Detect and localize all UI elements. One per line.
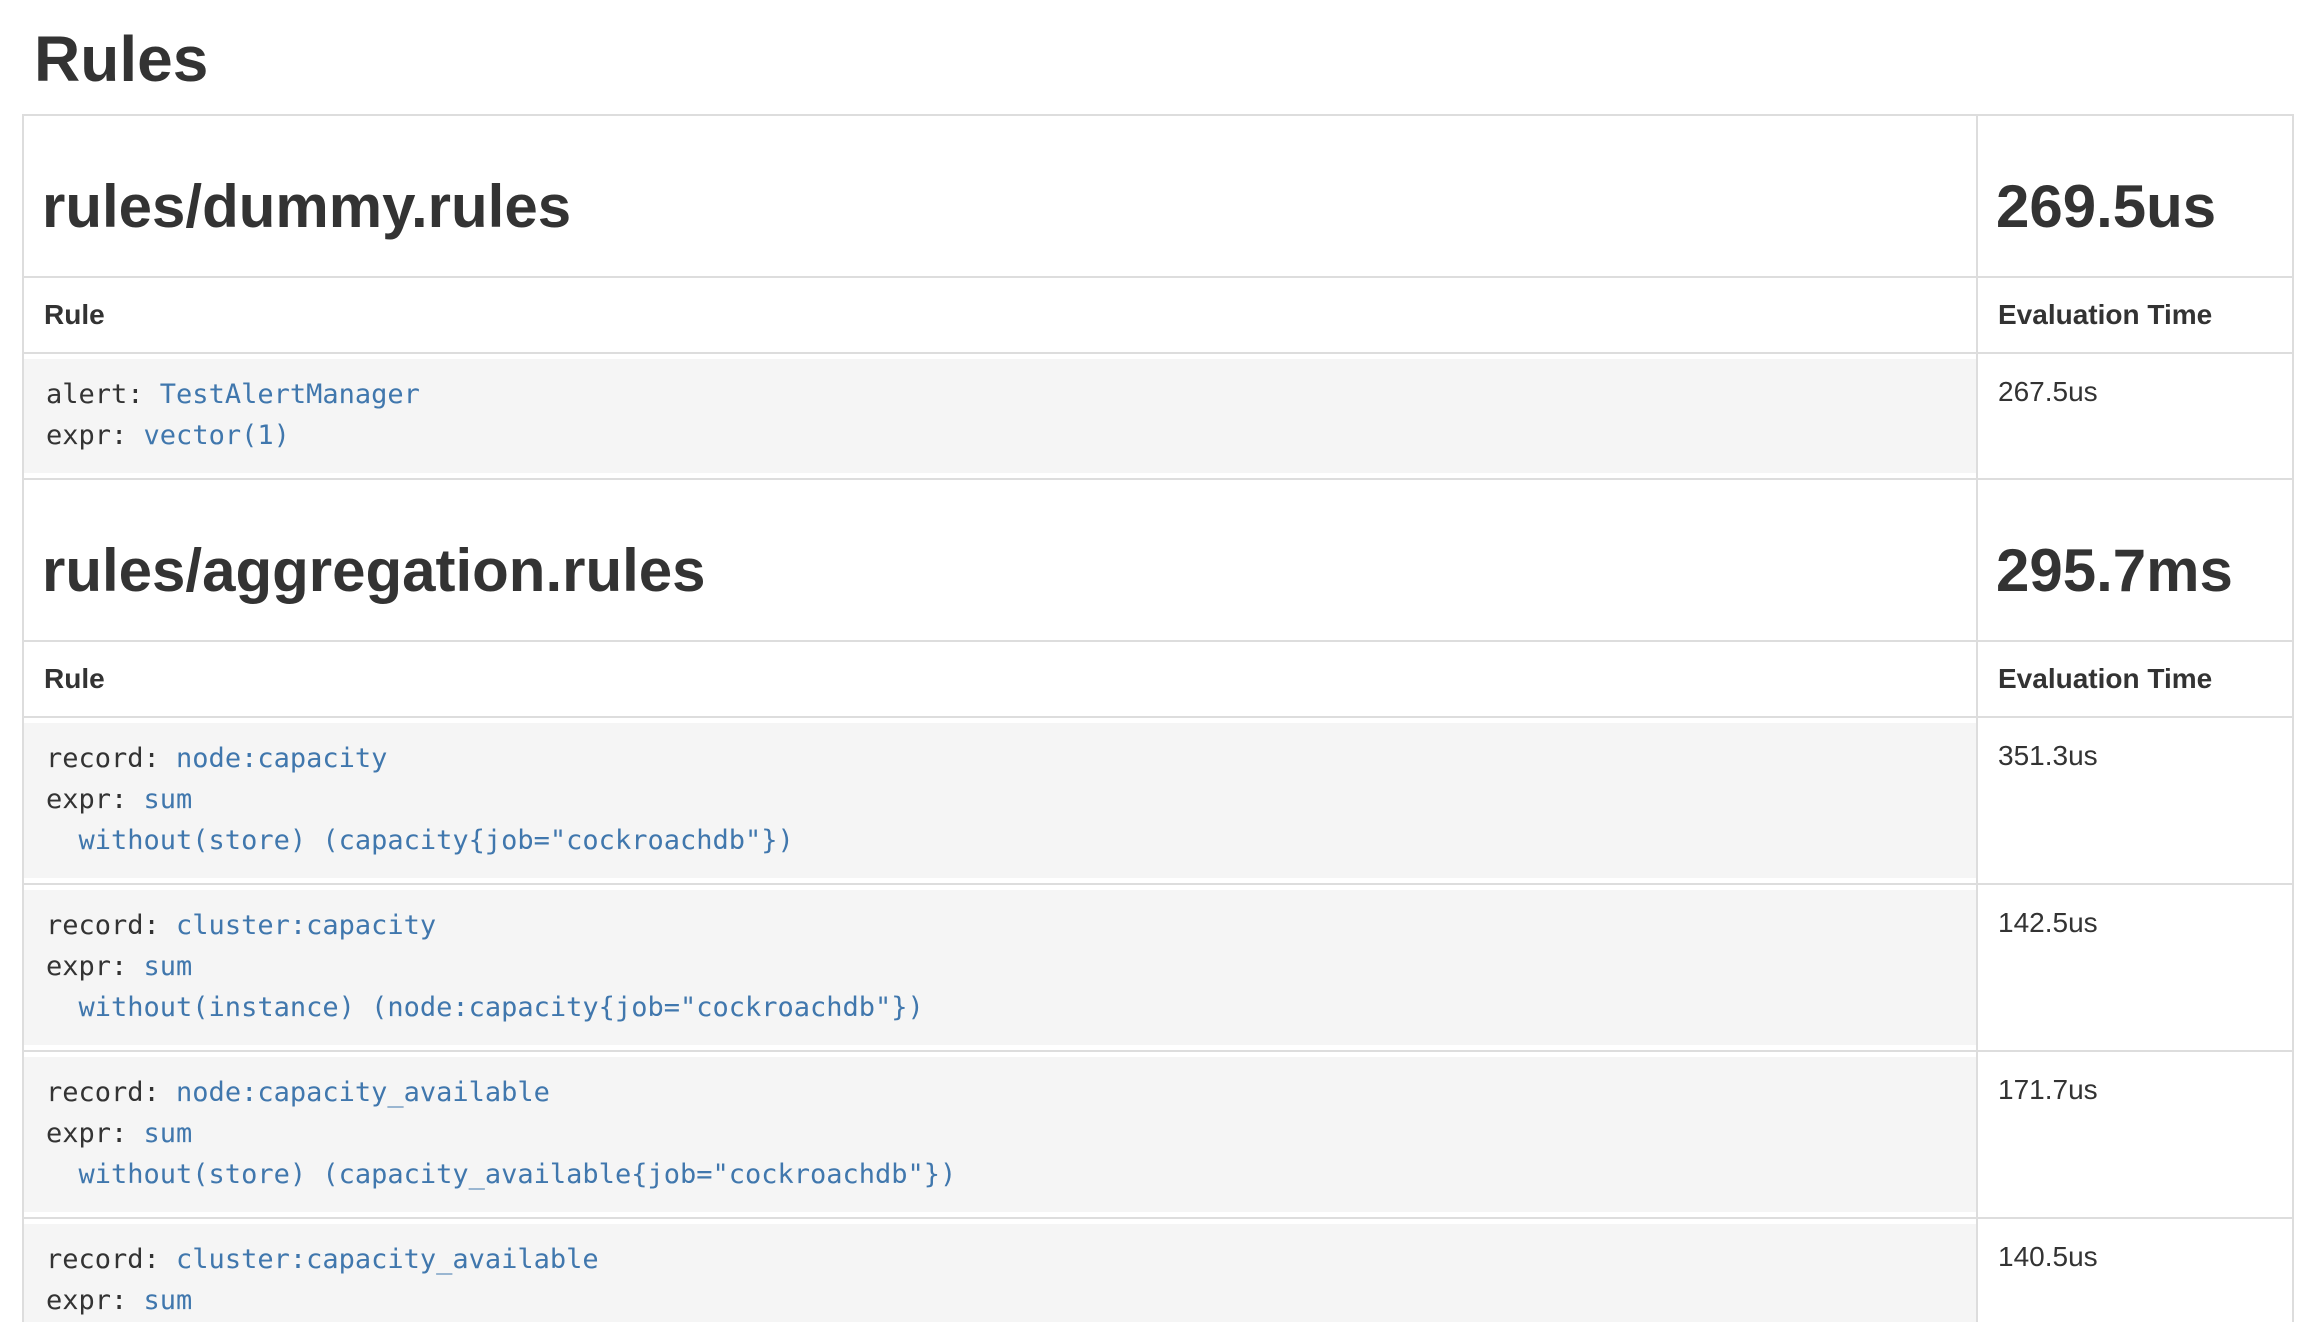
rule-evaluation-time: 267.5us (1977, 353, 2293, 479)
rule-link[interactable]: sum (144, 1118, 193, 1149)
rule-code-line: expr: sum (46, 1113, 1954, 1154)
rule-code-line: expr: vector(1) (46, 415, 1954, 456)
rule-link[interactable]: sum (144, 951, 193, 982)
rule-link[interactable]: without(instance) (node:capacity{job="co… (46, 992, 924, 1023)
rule-keyword: alert: (46, 379, 160, 410)
rule-keyword: record: (46, 910, 176, 941)
rule-keyword: expr: (46, 951, 144, 982)
rule-keyword: record: (46, 1244, 176, 1275)
rule-link[interactable]: without(store) (capacity_available{job="… (46, 1159, 956, 1190)
rule-keyword: record: (46, 1077, 176, 1108)
rule-link[interactable]: node:capacity_available (176, 1077, 550, 1108)
rule-code-line: expr: sum (46, 1280, 1954, 1321)
rule-link[interactable]: sum (144, 1285, 193, 1316)
rule-group-eval-time: 295.7ms (1996, 538, 2274, 604)
rule-cell: record: cluster:capacityexpr: sum withou… (23, 884, 1977, 1051)
rule-group-file-cell: rules/dummy.rules (23, 115, 1977, 277)
evaluation-time-column-header: Evaluation Time (1977, 277, 2293, 353)
rule-code-line: record: node:capacity (46, 738, 1954, 779)
rule-row: record: node:capacity_availableexpr: sum… (23, 1051, 2293, 1218)
rule-column-header: Rule (23, 277, 1977, 353)
rule-row: record: node:capacityexpr: sum without(s… (23, 717, 2293, 884)
column-header-row: RuleEvaluation Time (23, 641, 2293, 717)
rule-group-time-cell: 269.5us (1977, 115, 2293, 277)
rule-group-time-cell: 295.7ms (1977, 479, 2293, 641)
rule-link[interactable]: TestAlertManager (160, 379, 420, 410)
rule-keyword: expr: (46, 420, 144, 451)
rule-evaluation-time: 351.3us (1977, 717, 2293, 884)
rule-code-block: alert: TestAlertManagerexpr: vector(1) (24, 359, 1976, 473)
evaluation-time-column-header: Evaluation Time (1977, 641, 2293, 717)
rule-link[interactable]: node:capacity (176, 743, 387, 774)
rule-row: record: cluster:capacityexpr: sum withou… (23, 884, 2293, 1051)
rule-evaluation-time: 171.7us (1977, 1051, 2293, 1218)
rule-group-header-row: rules/aggregation.rules 295.7ms (23, 479, 2293, 641)
rule-group-header-row: rules/dummy.rules 269.5us (23, 115, 2293, 277)
rule-code-line: record: node:capacity_available (46, 1072, 1954, 1113)
rule-code-line: without(instance) (node:capacity{job="co… (46, 987, 1954, 1028)
rule-keyword: expr: (46, 784, 144, 815)
rule-group-file: rules/aggregation.rules (42, 538, 1958, 604)
column-header-row: RuleEvaluation Time (23, 277, 2293, 353)
page-title: Rules (34, 24, 2294, 94)
rule-code-block: record: cluster:capacityexpr: sum withou… (24, 890, 1976, 1045)
rule-link[interactable]: vector(1) (144, 420, 290, 451)
rule-link[interactable]: without(store) (capacity{job="cockroachd… (46, 825, 794, 856)
rule-code-line: without(store) (capacity{job="cockroachd… (46, 820, 1954, 861)
rule-link[interactable]: cluster:capacity_available (176, 1244, 599, 1275)
rule-cell: record: node:capacity_availableexpr: sum… (23, 1051, 1977, 1218)
rule-code-block: record: node:capacity_availableexpr: sum… (24, 1057, 1976, 1212)
rule-code-line: record: cluster:capacity (46, 905, 1954, 946)
rule-column-header: Rule (23, 641, 1977, 717)
rule-code-line: without(store) (capacity_available{job="… (46, 1154, 1954, 1195)
rules-table: rules/dummy.rules269.5usRuleEvaluation T… (22, 114, 2294, 1322)
rule-row: alert: TestAlertManagerexpr: vector(1)26… (23, 353, 2293, 479)
rule-keyword: record: (46, 743, 176, 774)
rule-keyword: expr: (46, 1118, 144, 1149)
rules-page: Rules rules/dummy.rules269.5usRuleEvalua… (0, 24, 2316, 1322)
rule-evaluation-time: 140.5us (1977, 1218, 2293, 1322)
rule-row: record: cluster:capacity_availableexpr: … (23, 1218, 2293, 1322)
rule-group-file: rules/dummy.rules (42, 174, 1958, 240)
rule-code-block: record: node:capacityexpr: sum without(s… (24, 723, 1976, 878)
rule-link[interactable]: sum (144, 784, 193, 815)
rule-code-line: alert: TestAlertManager (46, 374, 1954, 415)
rule-cell: record: cluster:capacity_availableexpr: … (23, 1218, 1977, 1322)
rule-group-eval-time: 269.5us (1996, 174, 2274, 240)
rule-code-line: record: cluster:capacity_available (46, 1239, 1954, 1280)
rule-code-line: expr: sum (46, 779, 1954, 820)
rule-code-block: record: cluster:capacity_availableexpr: … (24, 1224, 1976, 1322)
rules-table-body: rules/dummy.rules269.5usRuleEvaluation T… (23, 115, 2293, 1322)
rule-link[interactable]: cluster:capacity (176, 910, 436, 941)
rule-group-file-cell: rules/aggregation.rules (23, 479, 1977, 641)
rule-code-line: expr: sum (46, 946, 1954, 987)
rule-keyword: expr: (46, 1285, 144, 1316)
rule-cell: alert: TestAlertManagerexpr: vector(1) (23, 353, 1977, 479)
rule-evaluation-time: 142.5us (1977, 884, 2293, 1051)
rule-cell: record: node:capacityexpr: sum without(s… (23, 717, 1977, 884)
